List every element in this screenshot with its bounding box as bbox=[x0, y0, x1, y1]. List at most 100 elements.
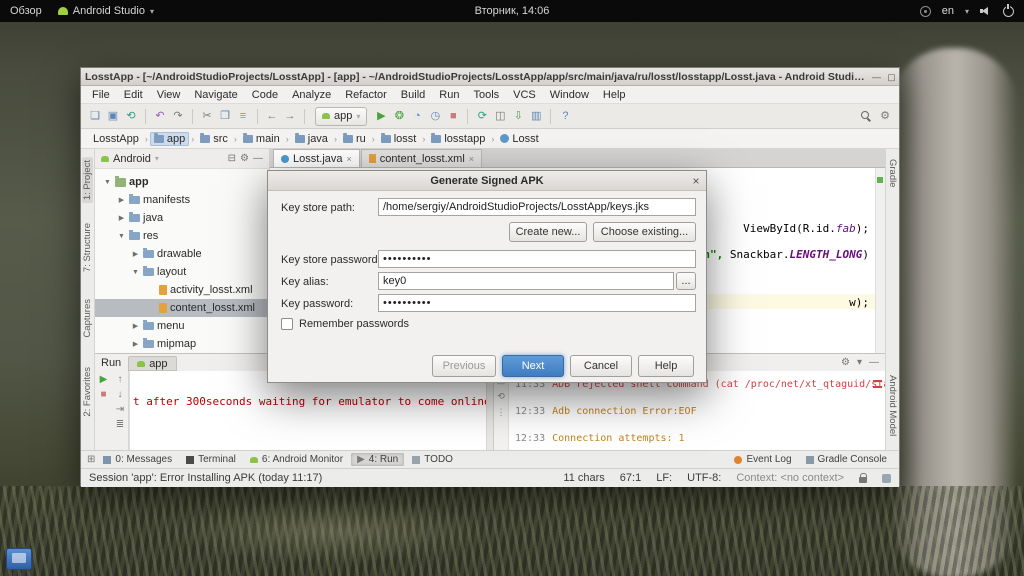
toolwindow-android-monitor-button[interactable]: 6: Android Monitor bbox=[244, 453, 349, 466]
toolwindow-structure-button[interactable]: 7: Structure bbox=[82, 223, 93, 272]
sync-icon[interactable]: ⟲ bbox=[123, 108, 139, 124]
app-menu-button[interactable]: Android Studio ▾ bbox=[57, 5, 154, 17]
breadcrumb-app[interactable]: app bbox=[149, 131, 190, 146]
toolwindow-gradle-button[interactable]: Gradle bbox=[887, 159, 898, 188]
tree-item-layout[interactable]: ▼ layout bbox=[95, 263, 269, 281]
breadcrumb-class[interactable]: Losst bbox=[496, 132, 542, 146]
line-separator[interactable]: LF: bbox=[656, 472, 672, 484]
inspections-profile-icon[interactable] bbox=[882, 473, 891, 483]
stop-icon[interactable]: ■ bbox=[100, 390, 106, 400]
previous-button[interactable]: Previous bbox=[432, 355, 496, 377]
stop-icon[interactable]: ■ bbox=[445, 108, 461, 124]
debug-icon[interactable]: ❂ bbox=[391, 108, 407, 124]
chevron-right-icon[interactable]: ▶ bbox=[117, 196, 126, 204]
rerun-icon[interactable]: ▶ bbox=[100, 375, 108, 385]
paste-icon[interactable]: ≡ bbox=[235, 108, 251, 124]
dialog-titlebar[interactable]: Generate Signed APK × bbox=[268, 171, 706, 191]
key-password-field[interactable] bbox=[378, 294, 696, 312]
toolwindow-project-button[interactable]: 1: Project bbox=[82, 157, 93, 204]
settings-gear-icon[interactable]: ⚙ bbox=[240, 153, 249, 164]
run-tab-app[interactable]: app bbox=[128, 356, 177, 371]
event-log-button[interactable]: Event Log bbox=[728, 453, 797, 466]
gradle-console-button[interactable]: Gradle Console bbox=[800, 453, 893, 466]
hide-panel-icon[interactable]: — bbox=[253, 153, 263, 164]
tree-item-content-losst-xml[interactable]: content_losst.xml bbox=[95, 299, 269, 317]
device-monitor-icon[interactable]: ▥ bbox=[528, 108, 544, 124]
remember-passwords-checkbox[interactable]: Remember passwords bbox=[281, 318, 409, 330]
forward-icon[interactable]: → bbox=[282, 108, 298, 124]
menu-vcs[interactable]: VCS bbox=[506, 89, 543, 101]
back-icon[interactable]: ← bbox=[264, 108, 280, 124]
undo-icon[interactable]: ↶ bbox=[152, 108, 168, 124]
sdk-manager-icon[interactable]: ⇩ bbox=[510, 108, 526, 124]
restart-icon[interactable]: ⟲ bbox=[497, 391, 505, 402]
tree-item-res[interactable]: ▼ res bbox=[95, 227, 269, 245]
key-store-path-field[interactable] bbox=[378, 198, 696, 216]
breadcrumb-src[interactable]: src bbox=[196, 132, 232, 146]
status-indicator-icon[interactable] bbox=[919, 5, 931, 17]
run-configuration-select[interactable]: app ▾ bbox=[315, 106, 368, 126]
menu-window[interactable]: Window bbox=[543, 89, 596, 101]
gradle-sync-icon[interactable]: ⟳ bbox=[474, 108, 490, 124]
down-arrow-icon[interactable]: ↓ bbox=[118, 390, 123, 400]
menu-help[interactable]: Help bbox=[596, 89, 633, 101]
search-icon[interactable] bbox=[860, 110, 872, 122]
minimize-button[interactable]: — bbox=[869, 69, 884, 85]
toolwindow-switcher-icon[interactable]: ⊞ bbox=[87, 454, 95, 465]
close-icon[interactable]: × bbox=[469, 154, 474, 164]
close-icon[interactable]: × bbox=[347, 154, 352, 164]
menu-tools[interactable]: Tools bbox=[466, 89, 506, 101]
menu-navigate[interactable]: Navigate bbox=[187, 89, 244, 101]
tree-item-activity-losst-xml[interactable]: activity_losst.xml bbox=[95, 281, 269, 299]
chevron-down-icon[interactable]: ▼ bbox=[103, 179, 112, 186]
menu-build[interactable]: Build bbox=[394, 89, 432, 101]
menu-run[interactable]: Run bbox=[432, 89, 466, 101]
redo-icon[interactable]: ↷ bbox=[170, 108, 186, 124]
browse-alias-button[interactable]: ... bbox=[676, 272, 696, 290]
tree-item-java[interactable]: ▶ java bbox=[95, 209, 269, 227]
open-icon[interactable]: ❏ bbox=[87, 108, 103, 124]
clock[interactable]: Вторник, 14:06 bbox=[475, 5, 550, 17]
chevron-right-icon[interactable]: ▶ bbox=[131, 322, 140, 330]
run-icon[interactable]: ▶ bbox=[373, 108, 389, 124]
menu-view[interactable]: View bbox=[150, 89, 188, 101]
tab-content-losst-xml[interactable]: content_losst.xml × bbox=[360, 149, 483, 167]
settings-gear-icon[interactable]: ⚙ bbox=[877, 108, 893, 124]
key-store-password-field[interactable] bbox=[378, 250, 696, 268]
help-icon[interactable]: ? bbox=[557, 108, 573, 124]
toolwindow-todo-button[interactable]: TODO bbox=[406, 453, 459, 466]
scroll-to-end-icon[interactable]: ⇥ bbox=[116, 405, 124, 415]
tree-item-manifests[interactable]: ▶ manifests bbox=[95, 191, 269, 209]
caret-position[interactable]: 67:1 bbox=[620, 472, 641, 484]
profiler-icon[interactable]: ◷ bbox=[427, 108, 443, 124]
coverage-icon[interactable]: ◔ bbox=[409, 108, 425, 124]
file-encoding[interactable]: UTF-8: bbox=[687, 472, 721, 484]
save-icon[interactable]: ▣ bbox=[105, 108, 121, 124]
error-stripe[interactable] bbox=[875, 168, 885, 353]
chevron-down-icon[interactable]: ▼ bbox=[117, 233, 126, 240]
menu-refactor[interactable]: Refactor bbox=[338, 89, 394, 101]
project-view-select[interactable]: Android bbox=[113, 153, 151, 165]
tab-losst-java[interactable]: Losst.java × bbox=[273, 149, 360, 167]
breadcrumb-java[interactable]: java bbox=[291, 132, 332, 146]
breadcrumb-losst[interactable]: losst bbox=[377, 132, 421, 146]
menu-code[interactable]: Code bbox=[245, 89, 285, 101]
choose-existing-button[interactable]: Choose existing... bbox=[593, 222, 696, 242]
key-alias-field[interactable] bbox=[378, 272, 674, 290]
volume-icon[interactable] bbox=[980, 6, 992, 16]
toolwindow-captures-button[interactable]: Captures bbox=[82, 299, 93, 338]
settings-gear-icon[interactable]: ⚙ bbox=[841, 357, 850, 368]
hide-panel-icon[interactable]: — bbox=[869, 357, 879, 368]
toolwindow-android-model-button[interactable]: Android Model bbox=[887, 375, 898, 436]
more-icon[interactable]: ⋮ bbox=[497, 407, 506, 418]
breadcrumb-losstapp[interactable]: losstapp bbox=[427, 132, 489, 146]
close-icon[interactable]: × bbox=[686, 174, 706, 188]
breadcrumb-main[interactable]: main bbox=[239, 132, 284, 146]
next-button[interactable]: Next bbox=[502, 355, 564, 377]
soft-wrap-icon[interactable]: ≣ bbox=[116, 420, 124, 430]
toolwindow-messages-button[interactable]: 0: Messages bbox=[97, 453, 178, 466]
collapse-all-icon[interactable]: ⊟ bbox=[228, 153, 236, 164]
copy-icon[interactable]: ❐ bbox=[217, 108, 233, 124]
lock-icon[interactable] bbox=[859, 472, 867, 483]
window-titlebar[interactable]: LosstApp - [~/AndroidStudioProjects/Loss… bbox=[81, 68, 899, 86]
